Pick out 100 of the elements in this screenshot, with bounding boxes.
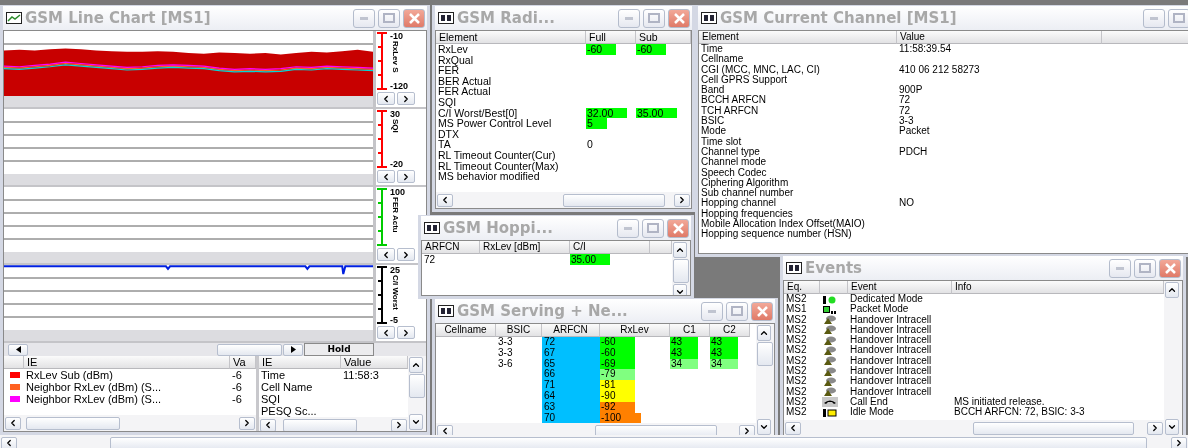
table-cell: 72 xyxy=(542,337,600,348)
axis-title: SQI xyxy=(390,119,400,133)
column-header: Info xyxy=(952,281,1164,294)
scroll-right-button[interactable] xyxy=(397,326,415,339)
table-icon xyxy=(786,262,802,274)
scroll-left-button[interactable] xyxy=(8,343,28,356)
scroll-left-button[interactable] xyxy=(377,326,395,339)
axis-max-label: -10 xyxy=(390,31,403,41)
table-cell-text: RL Timeout Counter(Cur) xyxy=(437,149,556,161)
scroll-right-button[interactable] xyxy=(397,248,415,261)
chevron-right-icon xyxy=(1174,438,1184,448)
scroll-right-button[interactable] xyxy=(239,416,255,430)
window-title: GSM Serving + Ne... xyxy=(457,302,629,320)
column-header xyxy=(650,241,672,254)
close-icon xyxy=(1164,262,1176,274)
scrollbar-thumb[interactable] xyxy=(409,374,425,398)
minimize-icon xyxy=(708,309,716,313)
scroll-left-button[interactable] xyxy=(5,416,21,430)
chevron-down-icon xyxy=(675,287,685,295)
column-header: Element xyxy=(699,31,897,44)
scroll-down-button[interactable] xyxy=(1165,419,1179,435)
window-title: GSM Hoppi... xyxy=(443,219,554,237)
scroll-right-button[interactable] xyxy=(397,170,415,183)
scroll-down-button[interactable] xyxy=(409,414,423,430)
table-cell-text: MS behavior modified xyxy=(437,171,540,182)
table-cell-text: 3-3 xyxy=(898,116,914,127)
maximize-icon xyxy=(1139,263,1151,273)
maximize-icon xyxy=(647,223,659,233)
table-cell-text: 72 xyxy=(898,105,912,116)
chevron-right-icon xyxy=(742,426,752,436)
scrollbar-thumb[interactable] xyxy=(217,343,282,356)
table-cell-text: MS2 xyxy=(785,294,808,304)
scroll-left-button[interactable] xyxy=(437,424,453,436)
handover-icon xyxy=(822,346,838,356)
table-cell-text: MS2 xyxy=(785,324,808,335)
column-header xyxy=(820,281,848,294)
scrollbar-thumb[interactable] xyxy=(26,416,121,430)
scroll-left-button[interactable] xyxy=(377,92,395,105)
close-button[interactable] xyxy=(403,8,425,28)
scroll-right-button[interactable] xyxy=(739,424,755,436)
scroll-left-button[interactable] xyxy=(377,170,395,183)
level-value: -69 xyxy=(600,358,636,370)
chevron-right-icon xyxy=(1150,423,1160,433)
table-cell-text: Speech Codec xyxy=(700,167,767,178)
table-cell-text: MS2 xyxy=(785,407,808,418)
scroll-left-button[interactable] xyxy=(377,248,395,261)
window-title: GSM Line Chart [MS1] xyxy=(25,9,212,27)
scroll-right-button[interactable] xyxy=(391,418,407,431)
minimize-icon xyxy=(1116,266,1124,270)
hold-button[interactable]: Hold xyxy=(304,343,374,356)
scrollbar-thumb[interactable] xyxy=(595,424,717,436)
scroll-left-button[interactable] xyxy=(785,421,801,435)
scroll-up-button[interactable] xyxy=(673,242,687,258)
scrollbar-thumb[interactable] xyxy=(673,259,689,283)
table-cell-text: Time xyxy=(700,44,724,54)
window-title: GSM Radi... xyxy=(457,9,556,27)
table-cell-text: MS1 xyxy=(785,304,808,315)
handover-icon xyxy=(822,366,838,377)
level-value: -90 xyxy=(600,391,636,402)
scroll-right-button[interactable] xyxy=(1147,421,1163,435)
scroll-left-button[interactable] xyxy=(437,193,453,207)
scrollbar-thumb[interactable] xyxy=(757,342,773,366)
scroll-left-button[interactable] xyxy=(1,436,17,448)
scroll-up-button[interactable] xyxy=(1165,282,1179,298)
table-cell-text: MS2 xyxy=(785,335,808,346)
legend-value: -6 xyxy=(231,369,243,381)
table-cell-text: 410 06 212 58273 xyxy=(898,64,981,75)
scroll-up-button[interactable] xyxy=(757,325,771,341)
scroll-right-button[interactable] xyxy=(674,193,690,207)
table-cell-text: C/I Worst/Best[0] xyxy=(437,107,518,119)
scroll-left-button[interactable] xyxy=(260,418,276,431)
status-icon xyxy=(822,294,838,305)
column-header: IE xyxy=(259,356,341,369)
scroll-right-button[interactable] xyxy=(397,92,415,105)
scrollbar-thumb[interactable] xyxy=(562,193,666,207)
table-cell-text: MS2 xyxy=(785,355,808,366)
close-button[interactable] xyxy=(668,8,690,28)
maximize-icon xyxy=(648,13,660,23)
chevron-left-icon xyxy=(440,195,450,205)
grid-icon xyxy=(822,304,838,315)
table-cell-text: Packet xyxy=(898,126,931,137)
close-icon xyxy=(672,222,684,234)
scrollbar-thumb[interactable] xyxy=(973,421,1135,435)
table-cell-text: MS initiated release. xyxy=(953,396,1046,407)
scrollbar-thumb[interactable] xyxy=(110,436,1147,448)
scrollbar-thumb[interactable] xyxy=(282,418,357,431)
highlighted-value: 35.00 xyxy=(636,107,678,119)
scroll-right-button[interactable] xyxy=(283,343,303,356)
legend-value: -6 xyxy=(231,393,243,405)
table-cell-text: Packet Mode xyxy=(849,304,910,315)
scroll-down-button[interactable] xyxy=(757,419,771,435)
legend-label: Neighbor RxLev (dBm) (S... xyxy=(25,393,163,405)
handover-icon xyxy=(822,325,838,336)
scroll-up-button[interactable] xyxy=(409,357,423,373)
table-cell-text: Mode xyxy=(700,126,727,137)
scroll-right-button[interactable] xyxy=(1171,436,1187,448)
chevron-left-icon xyxy=(381,249,391,260)
axis-max-label: 100 xyxy=(390,187,406,197)
axis-max-label: 30 xyxy=(390,109,400,119)
table-cell: 70 xyxy=(542,412,600,424)
